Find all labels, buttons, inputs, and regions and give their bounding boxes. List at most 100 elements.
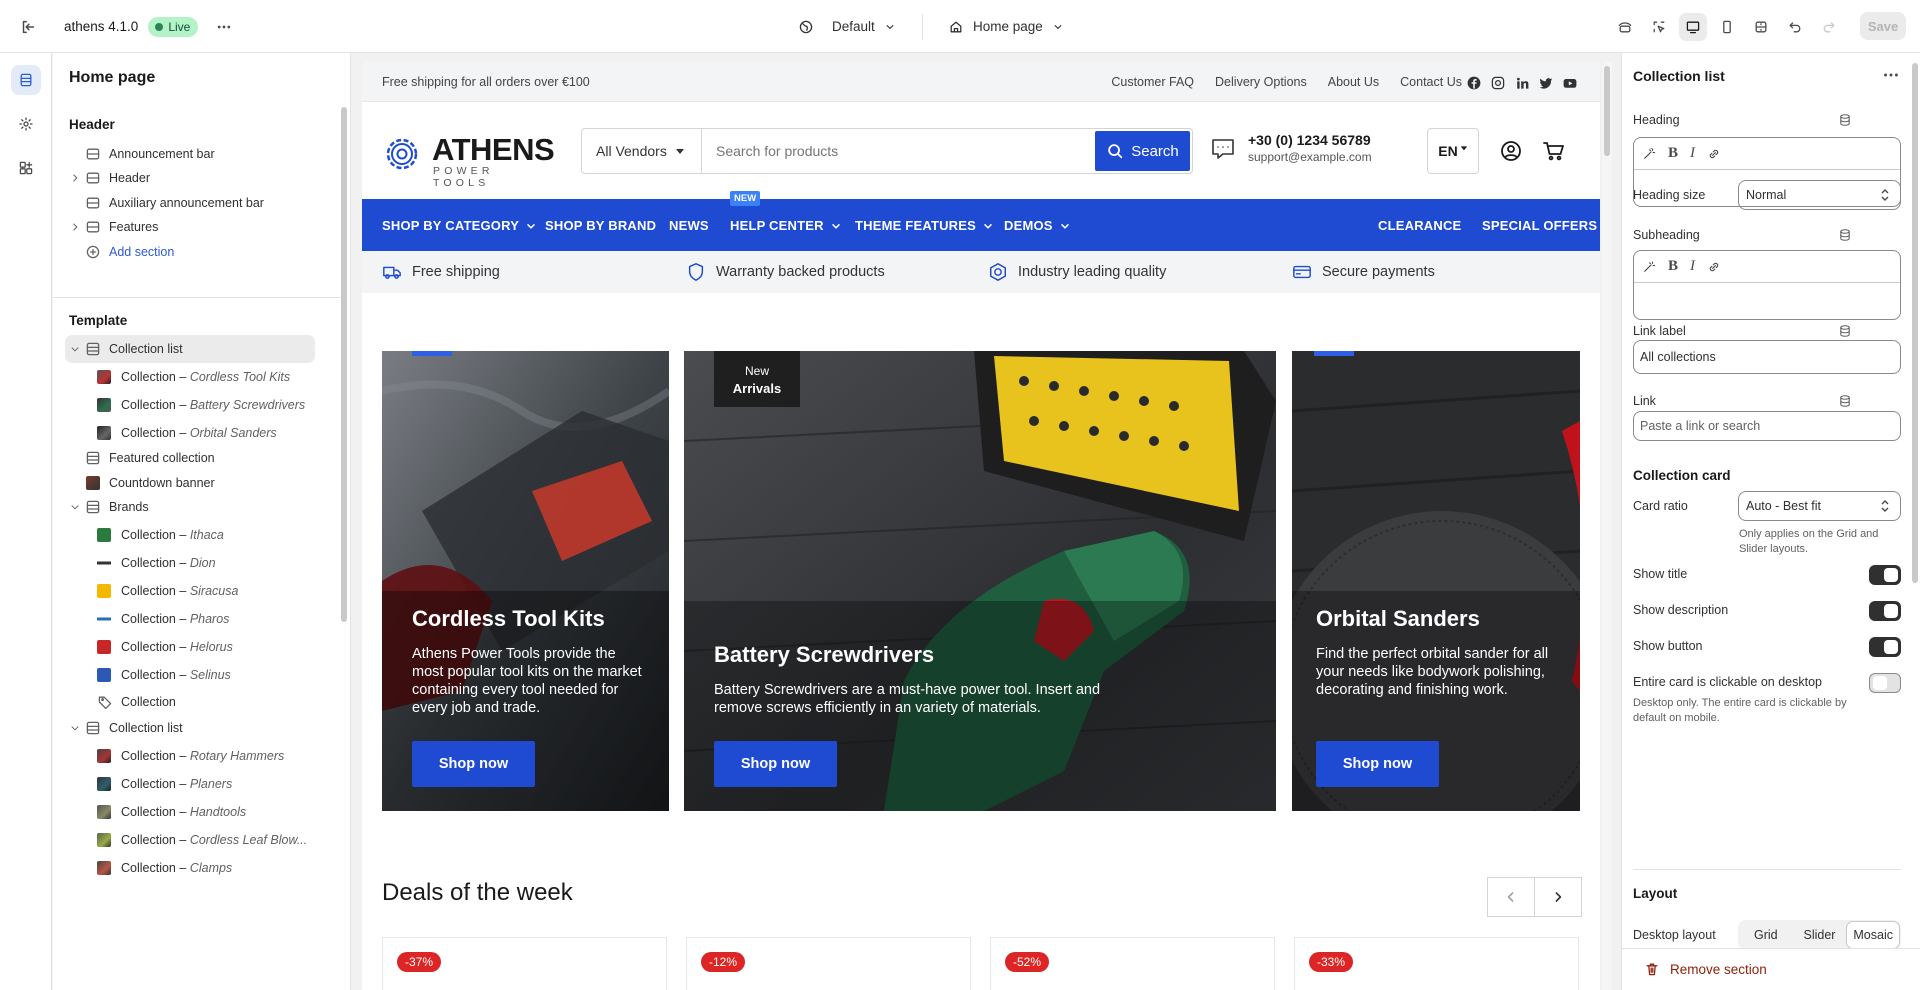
instagram-icon[interactable] bbox=[1490, 75, 1506, 91]
shop-now-button[interactable]: Shop now bbox=[714, 741, 837, 787]
block-collection[interactable]: Collection – Planers bbox=[65, 770, 315, 798]
section-collection-list-2[interactable]: Collection list bbox=[65, 714, 315, 742]
section-brands[interactable]: Brands bbox=[65, 493, 315, 521]
block-collection[interactable]: Collection – Clamps bbox=[65, 854, 315, 882]
dynamic-source-icon[interactable] bbox=[1838, 228, 1852, 242]
dynamic-source-icon[interactable] bbox=[1838, 324, 1852, 338]
language-select[interactable]: EN bbox=[1427, 128, 1479, 174]
link-icon[interactable] bbox=[1707, 260, 1721, 274]
sidebar-scrollbar[interactable] bbox=[341, 107, 347, 622]
link-customer-faq[interactable]: Customer FAQ bbox=[1111, 75, 1194, 89]
deal-product-card[interactable]: -52% bbox=[990, 937, 1275, 990]
chevron-down-icon[interactable] bbox=[69, 722, 81, 734]
more-icon[interactable] bbox=[1882, 66, 1900, 84]
section-collection-list[interactable]: Collection list bbox=[65, 335, 315, 363]
link-input[interactable] bbox=[1633, 411, 1901, 441]
undo-icon[interactable] bbox=[1781, 13, 1809, 41]
nav-shop-by-category[interactable]: SHOP BY CATEGORY bbox=[382, 218, 537, 233]
more-icon[interactable] bbox=[210, 13, 238, 41]
dynamic-source-icon[interactable] bbox=[1838, 113, 1852, 127]
block-brand[interactable]: Collection – Siracusa bbox=[65, 577, 315, 605]
settings-icon[interactable] bbox=[11, 109, 41, 139]
store-logo[interactable]: ATHENS POWER TOOLS bbox=[382, 132, 555, 189]
magic-icon[interactable] bbox=[1642, 260, 1656, 274]
remove-section-button[interactable]: Remove section bbox=[1644, 961, 1767, 977]
block-collection[interactable]: Collection – Orbital Sanders bbox=[65, 419, 315, 447]
block-collection[interactable]: Collection – Cordless Tool Kits bbox=[65, 363, 315, 391]
save-button[interactable]: Save bbox=[1860, 12, 1906, 40]
link-icon[interactable] bbox=[1707, 147, 1721, 161]
link-delivery-options[interactable]: Delivery Options bbox=[1215, 75, 1307, 89]
show-description-toggle[interactable] bbox=[1869, 601, 1901, 621]
block-collection[interactable]: Collection – Battery Screwdrivers bbox=[65, 391, 315, 419]
deal-product-card[interactable]: -12% bbox=[686, 937, 971, 990]
heading-size-select[interactable]: Normal bbox=[1738, 180, 1901, 210]
select-tool-icon[interactable] bbox=[1645, 13, 1673, 41]
block-collection[interactable]: Collection – Rotary Hammers bbox=[65, 742, 315, 770]
layout-option-mosaic[interactable]: Mosaic bbox=[1847, 922, 1900, 948]
redo-icon[interactable] bbox=[1815, 13, 1843, 41]
magic-icon[interactable] bbox=[1642, 147, 1656, 161]
chevron-down-icon[interactable] bbox=[69, 343, 81, 355]
section-header[interactable]: Header bbox=[65, 164, 315, 192]
bold-icon[interactable]: B bbox=[1668, 145, 1678, 162]
desktop-view-icon[interactable] bbox=[1679, 12, 1707, 41]
layout-option-grid[interactable]: Grid bbox=[1740, 922, 1792, 948]
exit-icon[interactable] bbox=[14, 13, 42, 41]
apps-icon[interactable] bbox=[11, 153, 41, 183]
support-email[interactable]: support@example.com bbox=[1248, 150, 1372, 164]
search-input[interactable] bbox=[702, 129, 1093, 173]
show-title-toggle[interactable] bbox=[1869, 565, 1901, 585]
nav-help-center[interactable]: HELP CENTER bbox=[730, 218, 842, 233]
panel-scrollbar[interactable] bbox=[1912, 63, 1918, 583]
phone-number[interactable]: +30 (0) 1234 56789 bbox=[1248, 132, 1372, 148]
block-brand[interactable]: Collection – Dion bbox=[65, 549, 315, 577]
collection-card-battery-screwdrivers[interactable]: New Arrivals Battery Screwdrivers Battery… bbox=[684, 351, 1276, 811]
add-section-button[interactable]: Add section bbox=[65, 238, 315, 266]
show-button-toggle[interactable] bbox=[1869, 637, 1901, 657]
mobile-view-icon[interactable] bbox=[1713, 13, 1741, 41]
card-ratio-select[interactable]: Auto - Best fit bbox=[1738, 491, 1901, 521]
section-featured-collection[interactable]: Featured collection bbox=[65, 444, 315, 472]
fullscreen-icon[interactable] bbox=[1747, 13, 1775, 41]
link-contact-us[interactable]: Contact Us bbox=[1400, 75, 1462, 89]
collection-card-cordless-tool-kits[interactable]: Cordless Tool Kits Athens Power Tools pr… bbox=[382, 351, 669, 811]
account-icon[interactable] bbox=[1499, 139, 1523, 163]
preview-scrollbar[interactable] bbox=[1602, 62, 1612, 990]
italic-icon[interactable]: I bbox=[1690, 145, 1695, 162]
shop-now-button[interactable]: Shop now bbox=[1316, 741, 1439, 787]
subheading-editor[interactable]: B I bbox=[1633, 250, 1901, 320]
section-features[interactable]: Features bbox=[65, 213, 315, 241]
vendor-select[interactable]: All Vendors bbox=[582, 129, 702, 173]
block-brand[interactable]: Collection – Helorus bbox=[65, 633, 315, 661]
next-arrow-button[interactable] bbox=[1534, 877, 1582, 917]
facebook-icon[interactable] bbox=[1466, 75, 1482, 91]
block-collection[interactable]: Collection bbox=[65, 688, 315, 716]
nav-special-offers[interactable]: SPECIAL OFFERS bbox=[1482, 218, 1597, 233]
prev-arrow-button[interactable] bbox=[1487, 877, 1535, 917]
link-about-us[interactable]: About Us bbox=[1328, 75, 1379, 89]
block-brand[interactable]: Collection – Pharos bbox=[65, 605, 315, 633]
search-button[interactable]: Search bbox=[1095, 131, 1190, 171]
layout-option-slider[interactable]: Slider bbox=[1794, 922, 1846, 948]
dynamic-source-icon[interactable] bbox=[1838, 394, 1852, 408]
youtube-icon[interactable] bbox=[1562, 75, 1578, 91]
chevron-right-icon[interactable] bbox=[69, 172, 81, 184]
shop-now-button[interactable]: Shop now bbox=[412, 741, 535, 787]
nav-clearance[interactable]: CLEARANCE bbox=[1378, 218, 1461, 233]
nav-news[interactable]: NEWS bbox=[669, 218, 709, 233]
page-select[interactable]: Home page bbox=[948, 0, 1065, 53]
link-label-input[interactable]: All collections bbox=[1633, 340, 1901, 374]
theme-select[interactable]: Default bbox=[798, 0, 897, 53]
bold-icon[interactable]: B bbox=[1668, 258, 1678, 275]
chevron-right-icon[interactable] bbox=[69, 221, 81, 233]
block-collection[interactable]: Collection – Handtools bbox=[65, 798, 315, 826]
nav-demos[interactable]: DEMOS bbox=[1004, 218, 1071, 233]
twitter-icon[interactable] bbox=[1538, 75, 1554, 91]
deal-product-card[interactable]: -33% bbox=[1294, 937, 1579, 990]
nav-theme-features[interactable]: THEME FEATURES bbox=[855, 218, 994, 233]
inspector-icon[interactable] bbox=[1611, 13, 1639, 41]
chevron-down-icon[interactable] bbox=[69, 501, 81, 513]
block-brand[interactable]: Collection – Ithaca bbox=[65, 521, 315, 549]
collection-card-orbital-sanders[interactable]: Orbital Sanders Find the perfect orbital… bbox=[1292, 351, 1580, 811]
